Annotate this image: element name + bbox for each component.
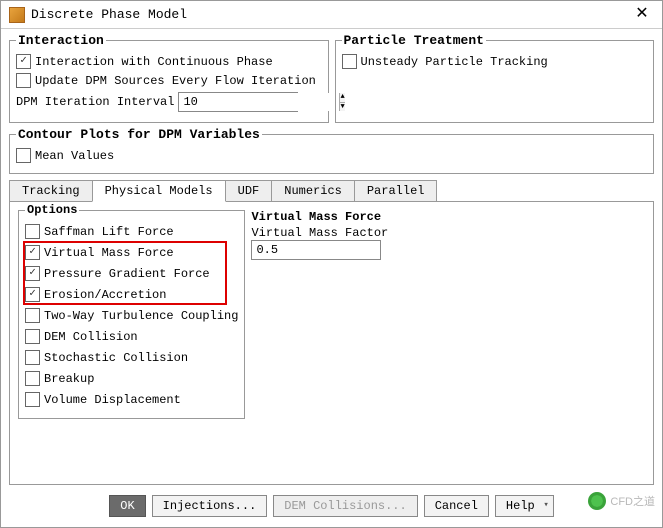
option-label-2: Pressure Gradient Force <box>44 267 210 281</box>
tab-physical-models[interactable]: Physical Models <box>92 180 226 202</box>
update-sources-label: Update DPM Sources Every Flow Iteration <box>35 74 316 88</box>
vmf-legend: Virtual Mass Force <box>251 210 388 224</box>
interval-label: DPM Iteration Interval <box>16 95 174 109</box>
contour-legend: Contour Plots for DPM Variables <box>16 127 262 142</box>
tab-parallel[interactable]: Parallel <box>354 180 438 202</box>
tab-udf[interactable]: UDF <box>225 180 273 202</box>
option-label-3: Erosion/Accretion <box>44 288 166 302</box>
particle-legend: Particle Treatment <box>342 33 486 48</box>
injections-button[interactable]: Injections... <box>152 495 268 517</box>
option-label-5: DEM Collision <box>44 330 138 344</box>
app-icon <box>9 7 25 23</box>
interaction-continuous-label: Interaction with Continuous Phase <box>35 55 273 69</box>
button-bar: OK Injections... DEM Collisions... Cance… <box>9 485 654 527</box>
titlebar: Discrete Phase Model ✕ <box>1 1 662 29</box>
vmf-factor-input[interactable] <box>251 240 381 260</box>
update-sources-checkbox[interactable] <box>16 73 31 88</box>
option-checkbox-3[interactable] <box>25 287 40 302</box>
dialog-title: Discrete Phase Model <box>31 7 630 22</box>
interaction-legend: Interaction <box>16 33 106 48</box>
option-label-6: Stochastic Collision <box>44 351 188 365</box>
option-label-7: Breakup <box>44 372 94 386</box>
interval-spinner[interactable]: ▲ ▼ <box>178 92 298 112</box>
option-label-4: Two-Way Turbulence Coupling <box>44 309 238 323</box>
dialog-window: Discrete Phase Model ✕ Interaction Inter… <box>0 0 663 528</box>
vmf-factor-label: Virtual Mass Factor <box>251 226 388 240</box>
option-checkbox-1[interactable] <box>25 245 40 260</box>
dialog-content: Interaction Interaction with Continuous … <box>1 29 662 527</box>
option-checkbox-5[interactable] <box>25 329 40 344</box>
option-checkbox-0[interactable] <box>25 224 40 239</box>
tab-body: Options Saffman Lift Force Virtual Mass F… <box>9 201 654 485</box>
interaction-continuous-checkbox[interactable] <box>16 54 31 69</box>
dem-collisions-button[interactable]: DEM Collisions... <box>273 495 417 517</box>
unsteady-tracking-label: Unsteady Particle Tracking <box>361 55 548 69</box>
interval-input[interactable] <box>179 93 339 111</box>
contour-group: Contour Plots for DPM Variables Mean Val… <box>9 127 654 174</box>
option-checkbox-7[interactable] <box>25 371 40 386</box>
interaction-group: Interaction Interaction with Continuous … <box>9 33 329 123</box>
help-button[interactable]: Help <box>495 495 554 517</box>
tabs: Tracking Physical Models UDF Numerics Pa… <box>9 180 654 202</box>
unsteady-tracking-checkbox[interactable] <box>342 54 357 69</box>
option-label-0: Saffman Lift Force <box>44 225 174 239</box>
option-checkbox-6[interactable] <box>25 350 40 365</box>
option-checkbox-2[interactable] <box>25 266 40 281</box>
ok-button[interactable]: OK <box>109 495 145 517</box>
options-legend: Options <box>25 203 79 217</box>
particle-treatment-group: Particle Treatment Unsteady Particle Tra… <box>335 33 655 123</box>
option-label-8: Volume Displacement <box>44 393 181 407</box>
options-group: Options Saffman Lift ForceVirtual Mass F… <box>18 210 245 419</box>
tab-tracking[interactable]: Tracking <box>9 180 93 202</box>
mean-values-label: Mean Values <box>35 149 114 163</box>
option-checkbox-8[interactable] <box>25 392 40 407</box>
virtual-mass-force-group: Virtual Mass Force Virtual Mass Factor <box>251 210 388 260</box>
close-icon[interactable]: ✕ <box>630 5 654 25</box>
option-label-1: Virtual Mass Force <box>44 246 174 260</box>
mean-values-checkbox[interactable] <box>16 148 31 163</box>
tab-numerics[interactable]: Numerics <box>271 180 355 202</box>
cancel-button[interactable]: Cancel <box>424 495 489 517</box>
option-checkbox-4[interactable] <box>25 308 40 323</box>
